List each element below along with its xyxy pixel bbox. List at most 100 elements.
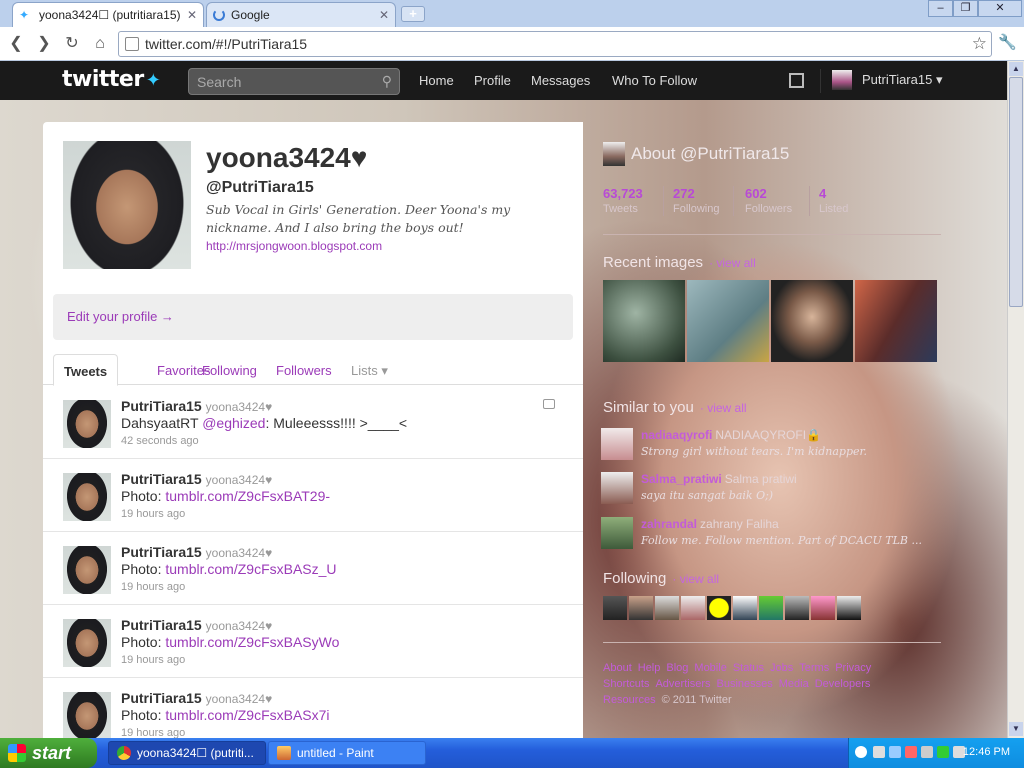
address-bar[interactable]: ☆ bbox=[118, 31, 992, 57]
following-avatar[interactable] bbox=[759, 596, 783, 620]
antivirus-icon[interactable] bbox=[905, 746, 917, 758]
url-input[interactable] bbox=[145, 33, 991, 55]
recent-image-thumbnail[interactable] bbox=[603, 280, 685, 362]
taskbar-paint-window[interactable]: untitled - Paint bbox=[268, 741, 426, 765]
update-icon[interactable] bbox=[937, 746, 949, 758]
restore-button[interactable]: ❐ bbox=[953, 0, 978, 17]
following-avatar[interactable] bbox=[707, 596, 731, 620]
new-tab-button[interactable]: + bbox=[401, 6, 425, 22]
tweet-timestamp[interactable]: 42 seconds ago bbox=[121, 435, 199, 447]
nav-messages[interactable]: Messages bbox=[531, 73, 590, 88]
nav-profile[interactable]: Profile bbox=[474, 73, 511, 88]
tab-following[interactable]: Following bbox=[202, 363, 257, 378]
stat-listed[interactable]: 4 Listed bbox=[819, 186, 848, 215]
scroll-down-arrow-icon[interactable]: ▼ bbox=[1009, 722, 1023, 736]
view-all-link[interactable]: · view all bbox=[700, 401, 747, 415]
account-menu[interactable]: PutriTiara15 ▾ bbox=[832, 70, 942, 90]
display-icon[interactable] bbox=[889, 746, 901, 758]
footer-link[interactable]: Privacy bbox=[835, 662, 871, 674]
similar-user[interactable]: nadiaaqyrofi NADIAAQYROFI🔒 Strong girl wi… bbox=[601, 428, 951, 468]
nav-who-to-follow[interactable]: Who To Follow bbox=[612, 73, 697, 88]
footer-link[interactable]: Resources bbox=[603, 694, 656, 706]
search-input[interactable] bbox=[197, 73, 367, 91]
tweet-timestamp[interactable]: 19 hours ago bbox=[121, 654, 185, 666]
similar-user-name[interactable]: Salma_pratiwi Salma pratiwi bbox=[641, 472, 797, 486]
footer-link[interactable]: Developers bbox=[815, 678, 871, 690]
similar-user[interactable]: Salma_pratiwi Salma pratiwi saya itu sang… bbox=[601, 472, 951, 512]
scroll-up-arrow-icon[interactable]: ▲ bbox=[1009, 62, 1023, 76]
volume-icon[interactable] bbox=[921, 746, 933, 758]
following-avatar[interactable] bbox=[681, 596, 705, 620]
footer-link[interactable]: Help bbox=[638, 662, 661, 674]
similar-user-name[interactable]: nadiaaqyrofi NADIAAQYROFI🔒 bbox=[641, 428, 821, 442]
tweet-timestamp[interactable]: 19 hours ago bbox=[121, 581, 185, 593]
profile-avatar[interactable] bbox=[63, 141, 191, 269]
tweet-author[interactable]: PutriTiara15 yoona3424♥ bbox=[121, 544, 272, 560]
view-all-link[interactable]: · view all bbox=[709, 256, 756, 270]
following-avatar[interactable] bbox=[733, 596, 757, 620]
taskbar-chrome-window[interactable]: yoona3424☐ (putriti... bbox=[108, 741, 266, 765]
home-icon[interactable]: ⌂ bbox=[89, 33, 111, 55]
similar-user-name[interactable]: zahrandal zahrany Faliha bbox=[641, 517, 779, 531]
footer-link[interactable]: Jobs bbox=[770, 662, 793, 674]
tweet-item[interactable]: PutriTiara15 yoona3424♥ Photo: tumblr.com… bbox=[43, 459, 583, 532]
tweet-avatar[interactable] bbox=[63, 546, 111, 594]
wrench-icon[interactable]: 🔧 bbox=[998, 33, 1017, 51]
following-avatar[interactable] bbox=[629, 596, 653, 620]
bookmark-star-icon[interactable]: ☆ bbox=[972, 34, 987, 54]
back-arrow-icon[interactable]: ❮ bbox=[5, 33, 27, 55]
profile-url-link[interactable]: http://mrsjongwoon.blogspot.com bbox=[206, 239, 382, 253]
tweet-link[interactable]: tumblr.com/Z9cFsxBASz_U bbox=[165, 561, 336, 577]
edit-profile-link[interactable]: Edit your profile → bbox=[67, 309, 174, 324]
tweet-link[interactable]: tumblr.com/Z9cFsxBAT29- bbox=[165, 488, 330, 504]
tab-twitter[interactable]: ✦ yoona3424☐ (putritiara15) on Twitter ✕ bbox=[12, 2, 204, 27]
tweet-item[interactable]: PutriTiara15 yoona3424♥ Photo: tumblr.com… bbox=[43, 532, 583, 605]
tweet-item[interactable]: PutriTiara15 yoona3424♥ DahsyaatRT @eghiz… bbox=[43, 386, 583, 459]
following-avatar[interactable] bbox=[837, 596, 861, 620]
following-avatar[interactable] bbox=[655, 596, 679, 620]
following-avatar[interactable] bbox=[811, 596, 835, 620]
footer-link[interactable]: Businesses bbox=[717, 678, 773, 690]
stat-followers[interactable]: 602 Followers bbox=[745, 186, 792, 215]
network-icon[interactable] bbox=[873, 746, 885, 758]
footer-link[interactable]: Advertisers bbox=[655, 678, 710, 690]
footer-link[interactable]: Blog bbox=[666, 662, 688, 674]
tweet-timestamp[interactable]: 19 hours ago bbox=[121, 727, 185, 738]
scrollbar-thumb[interactable] bbox=[1009, 77, 1023, 307]
footer-link[interactable]: Terms bbox=[799, 662, 829, 674]
tweet-item[interactable]: PutriTiara15 yoona3424♥ Photo: tumblr.com… bbox=[43, 605, 583, 678]
close-window-button[interactable]: ✕ bbox=[978, 0, 1022, 17]
search-icon[interactable]: ⚲ bbox=[382, 73, 392, 90]
footer-link[interactable]: Media bbox=[779, 678, 809, 690]
close-icon[interactable]: ✕ bbox=[187, 8, 197, 22]
recent-image-thumbnail[interactable] bbox=[771, 280, 853, 362]
following-avatar[interactable] bbox=[603, 596, 627, 620]
tweet-avatar[interactable] bbox=[63, 400, 111, 448]
tab-followers[interactable]: Followers bbox=[276, 363, 332, 378]
footer-link[interactable]: Mobile bbox=[694, 662, 726, 674]
view-all-link[interactable]: · view all bbox=[672, 572, 719, 586]
avatar[interactable] bbox=[601, 517, 633, 549]
tweet-link[interactable]: tumblr.com/Z9cFsxBASx7i bbox=[165, 707, 329, 723]
following-avatar[interactable] bbox=[785, 596, 809, 620]
compose-tweet-icon[interactable] bbox=[789, 73, 804, 88]
forward-arrow-icon[interactable]: ❯ bbox=[33, 33, 55, 55]
close-icon[interactable]: ✕ bbox=[379, 8, 389, 22]
avatar[interactable] bbox=[601, 428, 633, 460]
footer-link[interactable]: About bbox=[603, 662, 632, 674]
tweet-author[interactable]: PutriTiara15 yoona3424♥ bbox=[121, 471, 272, 487]
search-box[interactable]: ⚲ bbox=[188, 68, 400, 95]
tweet-item[interactable]: PutriTiara15 yoona3424♥ Photo: tumblr.com… bbox=[43, 678, 583, 738]
twitter-logo[interactable]: twitter ✦ bbox=[62, 67, 161, 92]
tweet-timestamp[interactable]: 19 hours ago bbox=[121, 508, 185, 520]
recent-image-thumbnail[interactable] bbox=[687, 280, 769, 362]
stat-following[interactable]: 272 Following bbox=[673, 186, 719, 215]
tweet-author[interactable]: PutriTiara15 yoona3424♥ bbox=[121, 617, 272, 633]
show-hidden-icons-icon[interactable] bbox=[855, 746, 867, 758]
tab-lists[interactable]: Lists ▾ bbox=[351, 363, 388, 379]
minimize-button[interactable]: – bbox=[928, 0, 953, 17]
page-scrollbar[interactable]: ▲ ▼ bbox=[1007, 61, 1024, 738]
footer-link[interactable]: Shortcuts bbox=[603, 678, 649, 690]
tweet-avatar[interactable] bbox=[63, 619, 111, 667]
tweet-avatar[interactable] bbox=[63, 473, 111, 521]
